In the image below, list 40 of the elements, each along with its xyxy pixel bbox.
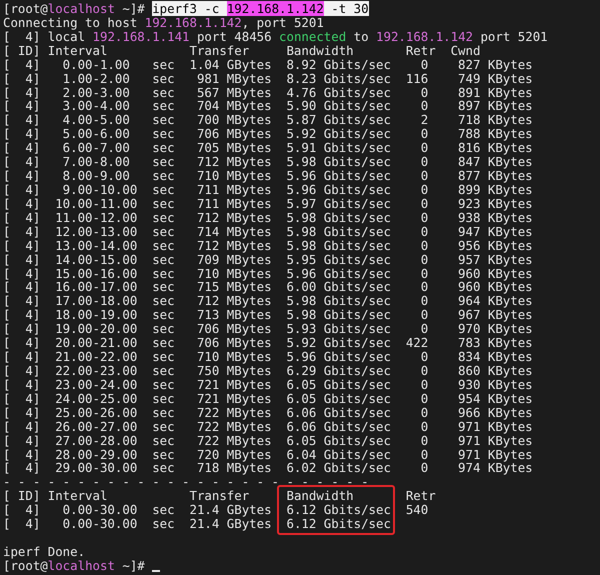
terminal-line: [ 4] 25.00-26.00 sec 722 MBytes 6.06 Gbits/sec 0 966 KBytes — [3, 406, 533, 420]
terminal-line: [ 4] 4.00-5.00 sec 700 MBytes 5.87 Gbits/sec 2 718 KBytes — [3, 113, 533, 128]
terminal-line: [ 4] 19.00-20.00 sec 706 MBytes 5.93 Gbits/sec 0 970 KBytes — [3, 322, 533, 336]
terminal-line: [ 4] 29.00-30.00 sec 718 MBytes 6.02 Gbits/sec 0 974 KBytes — [3, 461, 533, 476]
terminal-line: [ 4] 9.00-10.00 sec 711 MBytes 5.96 Gbits/sec 0 899 KBytes — [3, 182, 533, 197]
terminal-line: [ 4] 1.00-2.00 sec 981 MBytes 8.23 Gbits/sec 116 749 KBytes — [3, 72, 533, 86]
terminal-line: [ 4] 28.00-29.00 sec 720 MBytes 6.04 Gbits/sec 0 971 KBytes — [3, 448, 533, 462]
terminal-line: [root@localhost ~]# iperf3 -c 192.168.1.142 -t 30 — [3, 2, 369, 16]
terminal-line: [ 4] 16.00-17.00 sec 715 MBytes 6.00 Gbits/sec 0 960 KBytes — [3, 280, 533, 294]
terminal-line: [root@localhost ~]# — [3, 558, 146, 573]
terminal-line: [ ID] Interval Transfer Bandwidth Retr — [3, 489, 436, 504]
terminal-line: [ 4] 21.00-22.00 sec 710 MBytes 5.96 Gbits/sec 0 834 KBytes — [3, 350, 533, 364]
terminal-line: [ 4] 14.00-15.00 sec 709 MBytes 5.95 Gbits/sec 0 957 KBytes — [3, 252, 533, 267]
terminal-line: [ 4] 17.00-18.00 sec 712 MBytes 5.98 Gbits/sec 0 964 KBytes — [3, 294, 533, 308]
terminal-line: [ 4] 13.00-14.00 sec 712 MBytes 5.98 Gbits/sec 0 956 KBytes — [3, 238, 533, 253]
terminal-line: [ 4] 23.00-24.00 sec 721 MBytes 6.05 Gbits/sec 0 930 KBytes — [3, 378, 533, 392]
terminal-line: [ 4] 15.00-16.00 sec 710 MBytes 5.96 Gbits/sec 0 960 KBytes — [3, 266, 533, 280]
terminal-line: [ 4] local 192.168.1.141 port 48456 connected to 192.168.1.142 port 5201 — [3, 30, 548, 44]
terminal-line: [ 4] 0.00-30.00 sec 21.4 GBytes 6.12 Gbits/sec — [3, 517, 391, 532]
terminal-line: Connecting to host 192.168.1.142, port 5201 — [3, 16, 324, 30]
terminal-line: [ 4] 26.00-27.00 sec 722 MBytes 6.06 Gbits/sec 0 971 KBytes — [3, 420, 533, 434]
terminal-line: [ 4] 24.00-25.00 sec 721 MBytes 6.05 Gbits/sec 0 954 KBytes — [3, 392, 533, 406]
terminal-line: [ 4] 5.00-6.00 sec 706 MBytes 5.92 Gbits/sec 0 788 KBytes — [3, 127, 533, 142]
terminal-line: [ 4] 8.00-9.00 sec 710 MBytes 5.96 Gbits/sec 0 877 KBytes — [3, 169, 533, 183]
terminal-line: - - - - - - - - - - - - - - - - - - - - - - - - - — [3, 475, 369, 490]
terminal-line: [ 4] 11.00-12.00 sec 712 MBytes 5.98 Gbits/sec 0 938 KBytes — [3, 210, 533, 225]
terminal-line: [ 4] 0.00-30.00 sec 21.4 GBytes 6.12 Gbits/sec 540 — [3, 503, 428, 518]
terminal-line: [ 4] 10.00-11.00 sec 711 MBytes 5.97 Gbits/sec 0 923 KBytes — [3, 196, 533, 211]
terminal-line: [ 4] 27.00-28.00 sec 722 MBytes 6.05 Gbits/sec 0 971 KBytes — [3, 434, 533, 448]
terminal-line: [ 4] 2.00-3.00 sec 567 MBytes 4.76 Gbits/sec 0 891 KBytes — [3, 86, 533, 100]
terminal-line: [ 4] 0.00-1.00 sec 1.04 GBytes 8.92 Gbits/sec 0 827 KBytes — [3, 58, 533, 72]
terminal-line: [ 4] 3.00-4.00 sec 704 MBytes 5.90 Gbits/sec 0 897 KBytes — [3, 99, 533, 114]
terminal-line: [ 4] 6.00-7.00 sec 705 MBytes 5.91 Gbits/sec 0 816 KBytes — [3, 141, 533, 156]
terminal-line: [ 4] 22.00-23.00 sec 750 MBytes 6.29 Gbits/sec 0 860 KBytes — [3, 364, 533, 378]
terminal-line: [ 4] 20.00-21.00 sec 706 MBytes 5.92 Gbits/sec 422 783 KBytes — [3, 336, 533, 350]
terminal-line: [ ID] Interval Transfer Bandwidth Retr Cwnd — [3, 44, 480, 58]
terminal-line: [ 4] 18.00-19.00 sec 713 MBytes 5.98 Gbits/sec 0 967 KBytes — [3, 308, 533, 322]
terminal-line: [ 4] 7.00-8.00 sec 712 MBytes 5.98 Gbits/sec 0 847 KBytes — [3, 155, 533, 170]
terminal-line: [ 4] 12.00-13.00 sec 714 MBytes 5.98 Gbits/sec 0 947 KBytes — [3, 224, 533, 239]
terminal-line: iperf Done. — [3, 544, 86, 559]
